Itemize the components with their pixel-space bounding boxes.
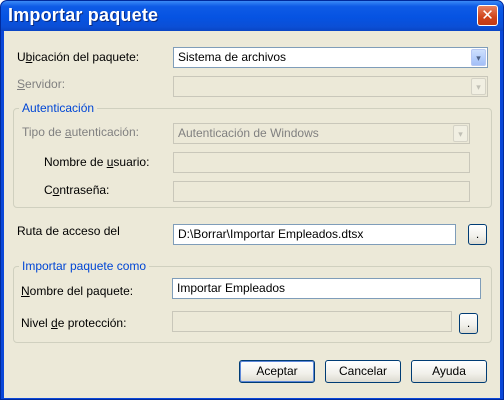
browse-protection-button[interactable]: .: [459, 313, 478, 334]
cancel-button[interactable]: Cancelar: [325, 360, 401, 383]
server-combo[interactable]: ▾: [173, 76, 488, 97]
package-name-label: Nombre del paquete:: [21, 284, 134, 298]
dialog-title: Importar paquete: [8, 5, 159, 25]
username-label: Nombre de usuario:: [44, 155, 150, 169]
package-path-label: Ruta de acceso del: [17, 224, 120, 238]
package-location-label: Ubicación del paquete:: [17, 50, 140, 64]
browse-path-button[interactable]: .: [468, 224, 487, 245]
auth-type-label: Tipo de autenticación:: [22, 125, 139, 139]
import-package-dialog: Importar paquete ✕ Ubicación del paquete…: [0, 0, 504, 400]
password-label: Contraseña:: [44, 183, 110, 197]
ok-button[interactable]: Aceptar: [239, 360, 315, 383]
password-field[interactable]: [173, 181, 470, 202]
chevron-down-icon[interactable]: ▾: [471, 78, 486, 95]
close-icon[interactable]: ✕: [477, 5, 498, 26]
package-location-value: Sistema de archivos: [178, 50, 287, 64]
auth-type-combo[interactable]: Autenticación de Windows ▾: [173, 123, 470, 144]
package-location-combo[interactable]: Sistema de archivos ▾: [173, 47, 488, 68]
dialog-body: Ubicación del paquete: Sistema de archiv…: [4, 31, 500, 398]
username-field[interactable]: [173, 152, 470, 173]
auth-type-value: Autenticación de Windows: [178, 126, 319, 140]
chevron-down-icon[interactable]: ▾: [453, 125, 468, 142]
chevron-down-icon[interactable]: ▾: [471, 49, 486, 66]
import-as-group-title: Importar paquete como: [19, 259, 150, 273]
help-button[interactable]: Ayuda: [411, 360, 487, 383]
authentication-group-title: Autenticación: [19, 101, 98, 115]
package-name-field[interactable]: Importar Empleados: [172, 278, 481, 299]
protection-level-label: Nivel de protección:: [21, 316, 127, 330]
package-path-field[interactable]: D:\Borrar\Importar Empleados.dtsx: [173, 224, 456, 245]
title-bar[interactable]: Importar paquete ✕: [1, 1, 503, 31]
server-label: Servidor:: [17, 77, 66, 91]
protection-level-field[interactable]: [172, 311, 452, 332]
